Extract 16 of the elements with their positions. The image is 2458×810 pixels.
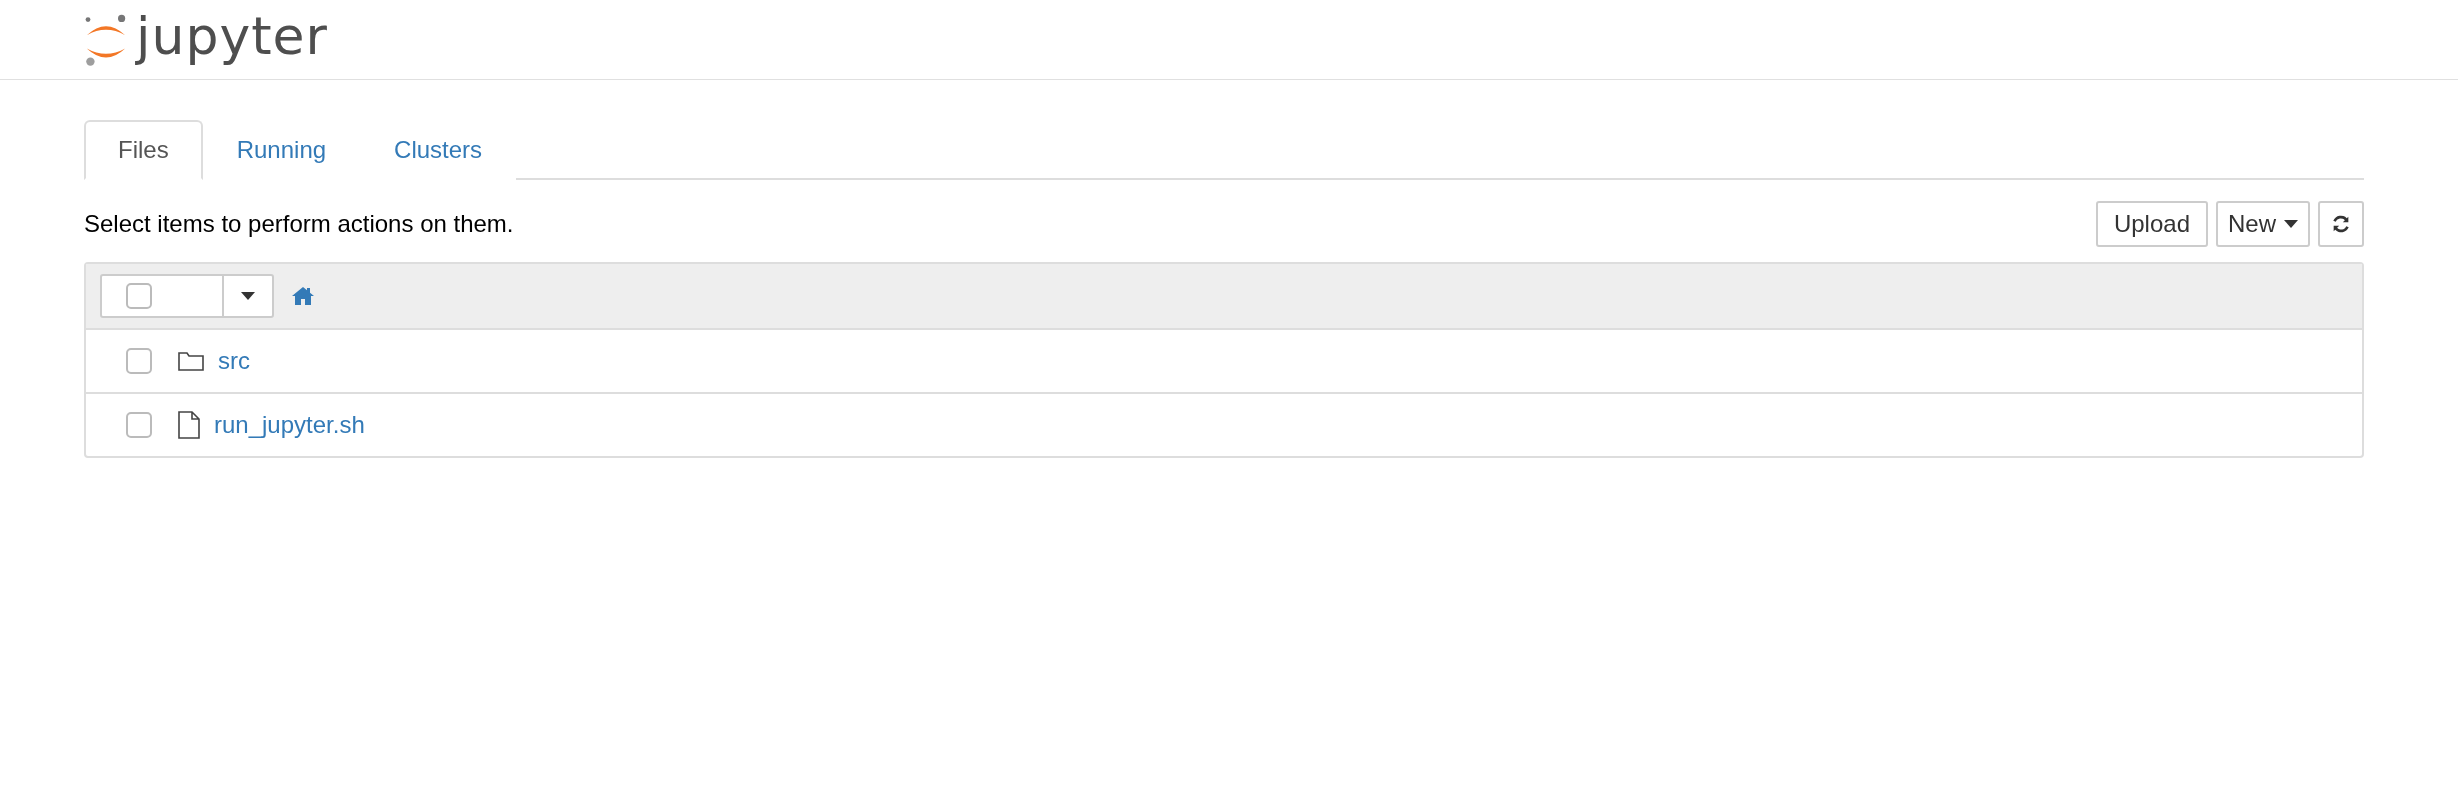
upload-button[interactable]: Upload bbox=[2095, 201, 2208, 247]
instruction-text: Select items to perform actions on them. bbox=[84, 210, 514, 238]
home-icon[interactable] bbox=[292, 286, 314, 306]
refresh-button[interactable] bbox=[2318, 201, 2364, 247]
checkbox[interactable] bbox=[126, 348, 152, 374]
caret-icon bbox=[241, 292, 255, 300]
caret-icon bbox=[2284, 220, 2298, 228]
tab[interactable]: Files bbox=[84, 120, 203, 180]
file-icon bbox=[178, 411, 200, 439]
folder-icon bbox=[178, 351, 204, 371]
checkbox[interactable] bbox=[126, 412, 152, 438]
refresh-icon bbox=[2330, 213, 2352, 235]
file-link[interactable]: run_jupyter.sh bbox=[214, 411, 365, 439]
checkbox[interactable] bbox=[126, 283, 152, 309]
file-link[interactable]: src bbox=[218, 347, 250, 375]
new-button[interactable]: New bbox=[2216, 201, 2310, 247]
